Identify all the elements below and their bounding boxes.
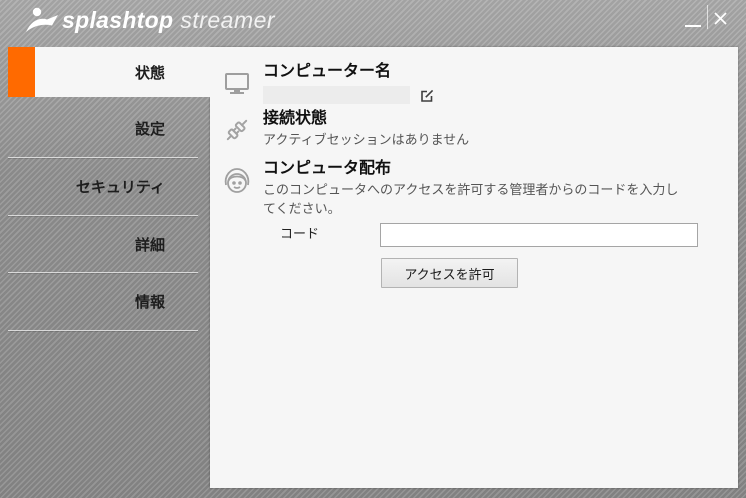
brand-name-light: streamer xyxy=(180,7,276,33)
app-brand: splashtop streamer xyxy=(62,5,275,35)
support-face-icon xyxy=(224,168,250,193)
close-icon xyxy=(714,12,727,25)
sidebar-item-label: 設定 xyxy=(134,120,165,138)
deployment-description: このコンピュータへのアクセスを許可する管理者からのコードを入力し てください。 xyxy=(263,181,678,219)
edit-computer-name-button[interactable] xyxy=(420,88,434,102)
window-controls-divider xyxy=(707,5,708,29)
sidebar-item-label: 詳細 xyxy=(134,235,165,254)
grant-access-button[interactable]: アクセスを許可 xyxy=(381,258,518,288)
sidebar-item-about[interactable]: 情報 xyxy=(8,273,198,331)
status-panel: コンピューター名 接続状態 アクティブセッションはありません コンピュータ配布 … xyxy=(210,47,738,488)
close-button[interactable] xyxy=(710,8,732,30)
code-input[interactable] xyxy=(380,223,698,247)
minimize-button[interactable] xyxy=(681,8,705,30)
brand-name-bold: splashtop xyxy=(62,7,174,33)
plug-icon xyxy=(226,119,248,141)
computer-name-value xyxy=(263,86,410,104)
monitor-icon xyxy=(225,73,249,94)
sidebar-item-label: セキュリティ xyxy=(75,178,165,196)
splashtop-logo-icon xyxy=(26,7,58,32)
deployment-description-line: てください。 xyxy=(263,202,341,217)
sidebar-item-advanced[interactable]: 詳細 xyxy=(8,216,198,273)
computer-name-title: コンピューター名 xyxy=(263,61,392,80)
sidebar-item-security[interactable]: セキュリティ xyxy=(8,158,198,216)
sidebar-item-label: 状態 xyxy=(134,63,165,82)
deployment-title: コンピュータ配布 xyxy=(263,158,392,177)
minimize-icon xyxy=(685,25,701,27)
code-label: コード xyxy=(280,227,320,242)
sidebar-item-label: 情報 xyxy=(134,293,165,311)
connection-status-title: 接続状態 xyxy=(263,108,328,127)
sidebar-item-status[interactable]: 状態 xyxy=(8,47,212,97)
connection-status-text: アクティブセッションはありません xyxy=(263,133,470,148)
deployment-description-line: このコンピュータへのアクセスを許可する管理者からのコードを入力し xyxy=(263,183,679,198)
edit-icon xyxy=(421,89,434,102)
sidebar-item-settings[interactable]: 設定 xyxy=(8,100,198,158)
